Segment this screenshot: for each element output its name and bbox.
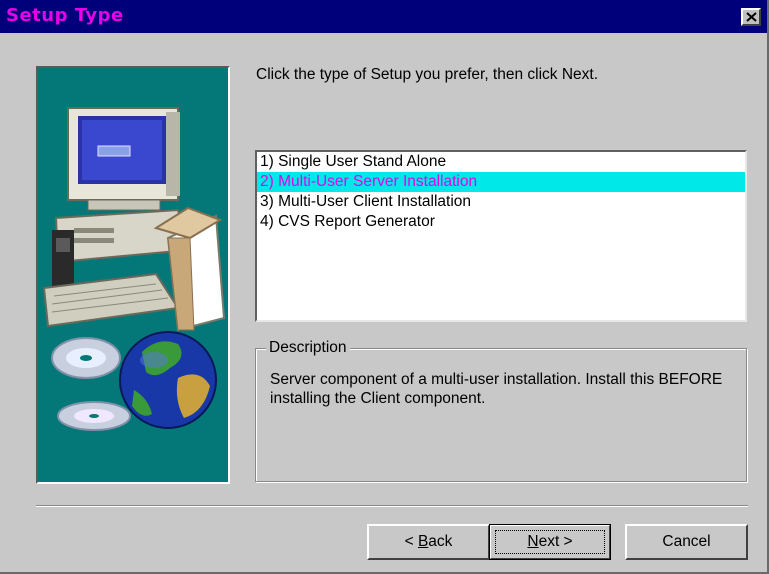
close-icon <box>746 12 757 22</box>
description-text: Server component of a multi-user install… <box>270 371 723 407</box>
close-button[interactable] <box>741 8 761 26</box>
description-legend: Description <box>266 339 350 357</box>
description-group: Description Server component of a multi-… <box>255 339 747 482</box>
list-item-multi-user-server[interactable]: 2) Multi-User Server Installation <box>257 172 745 192</box>
next-focus-rect: Next > <box>495 530 605 554</box>
next-button[interactable]: Next > <box>489 524 611 560</box>
computer-illustration-icon <box>42 107 226 431</box>
title-bar[interactable]: Setup Type <box>0 0 767 33</box>
list-item-multi-user-client[interactable]: 3) Multi-User Client Installation <box>257 192 745 212</box>
setup-type-list[interactable]: 1) Single User Stand Alone 2) Multi-User… <box>255 150 747 322</box>
instruction-text: Click the type of Setup you prefer, then… <box>256 66 599 83</box>
back-accelerator: B <box>417 533 429 550</box>
list-item-single-user[interactable]: 1) Single User Stand Alone <box>257 152 745 172</box>
back-prefix: < <box>404 533 418 550</box>
button-separator <box>36 505 748 507</box>
setup-illustration <box>36 66 230 484</box>
next-accelerator: N <box>527 533 539 550</box>
back-label-rest: ack <box>428 533 453 550</box>
setup-type-dialog: Setup Type Click the type of Setup you p… <box>0 0 769 574</box>
back-button[interactable]: < Back <box>367 524 490 560</box>
list-item-cvs-report-generator[interactable]: 4) CVS Report Generator <box>257 212 745 232</box>
window-title: Setup Type <box>6 5 124 26</box>
cancel-button[interactable]: Cancel <box>625 524 748 560</box>
next-label-rest: ext > <box>538 533 573 550</box>
